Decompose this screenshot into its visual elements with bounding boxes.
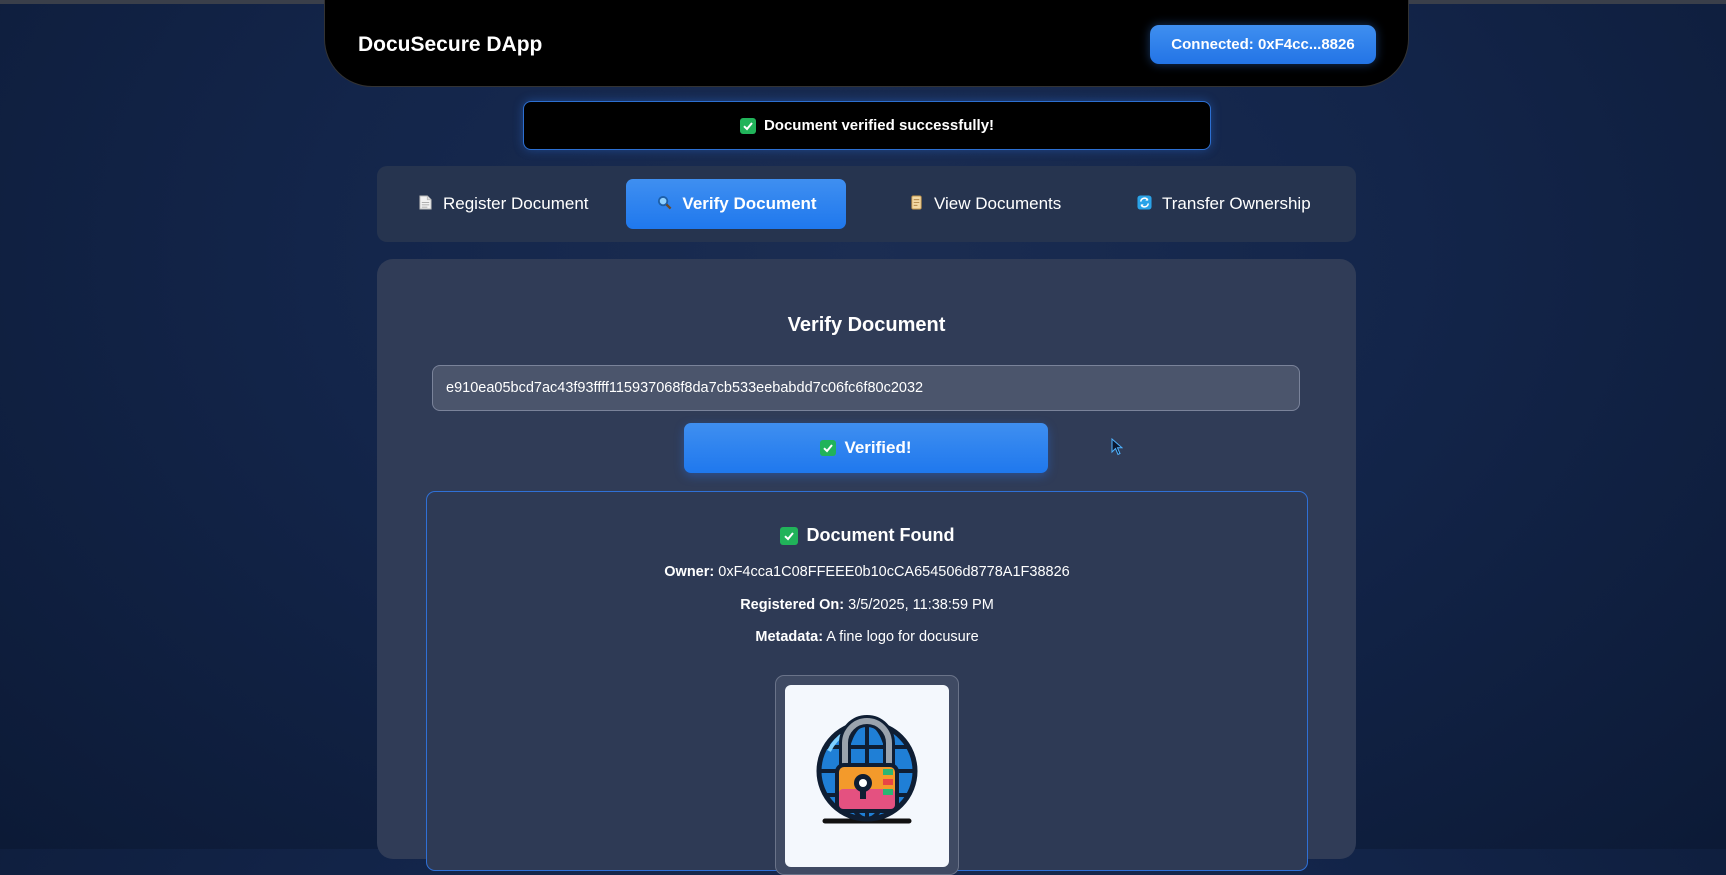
result-title: Document Found <box>427 525 1307 546</box>
refresh-icon <box>1135 195 1153 213</box>
wallet-connect-button[interactable]: Connected: 0xF4cc...8826 <box>1150 25 1376 64</box>
globe-lock-logo <box>816 715 918 824</box>
result-card: Document Found Owner: 0xF4cca1C08FFEEE0b… <box>426 491 1308 875</box>
tab-bar: Register Document Verify Document View D… <box>377 166 1356 242</box>
tab-view-documents[interactable]: View Documents <box>893 179 1075 229</box>
metadata-label: Metadata: <box>755 629 824 645</box>
owner-value: 0xF4cca1C08FFEEE0b10cCA654506d8778A1F388… <box>718 564 1070 580</box>
verify-button-label: Verified! <box>844 438 912 457</box>
check-icon <box>739 117 756 134</box>
tab-label: View Documents <box>934 194 1062 213</box>
scroll-icon <box>907 195 925 213</box>
success-toast: Document verified successfully! <box>523 101 1211 150</box>
app-header: DocuSecure DApp Connected: 0xF4cc...8826 <box>324 0 1409 87</box>
tab-verify-document[interactable]: Verify Document <box>626 179 846 229</box>
owner-label: Owner: <box>664 564 715 580</box>
document-icon <box>416 195 434 213</box>
document-hash-input[interactable] <box>432 365 1300 411</box>
tab-label: Verify Document <box>682 194 817 213</box>
check-icon <box>779 526 798 545</box>
panel-title: Verify Document <box>787 314 946 336</box>
registered-label: Registered On: <box>740 597 845 613</box>
verify-panel: Verify Document Verified! Document Found… <box>377 259 1356 875</box>
document-preview[interactable] <box>775 675 959 875</box>
mouse-pointer-icon <box>1111 438 1123 456</box>
metadata-row: Metadata: A fine logo for docusure <box>427 629 1307 645</box>
check-icon <box>820 440 837 456</box>
magnifier-icon <box>655 195 673 213</box>
registered-value: 3/5/2025, 11:38:59 PM <box>848 597 994 613</box>
toast-message: Document verified successfully! <box>763 117 995 134</box>
registered-row: Registered On: 3/5/2025, 11:38:59 PM <box>427 597 1307 613</box>
tab-register-document[interactable]: Register Document <box>402 179 603 229</box>
metadata-value: A fine logo for docusure <box>826 629 979 645</box>
owner-row: Owner: 0xF4cca1C08FFEEE0b10cCA654506d877… <box>427 564 1307 580</box>
document-image <box>785 685 949 867</box>
result-title-text: Document Found <box>806 525 955 545</box>
tab-transfer-ownership[interactable]: Transfer Ownership <box>1121 179 1325 229</box>
app-title: DocuSecure DApp <box>358 33 543 56</box>
verify-button[interactable]: Verified! <box>684 423 1048 473</box>
tab-label: Register Document <box>443 194 589 213</box>
tab-label: Transfer Ownership <box>1162 194 1311 213</box>
